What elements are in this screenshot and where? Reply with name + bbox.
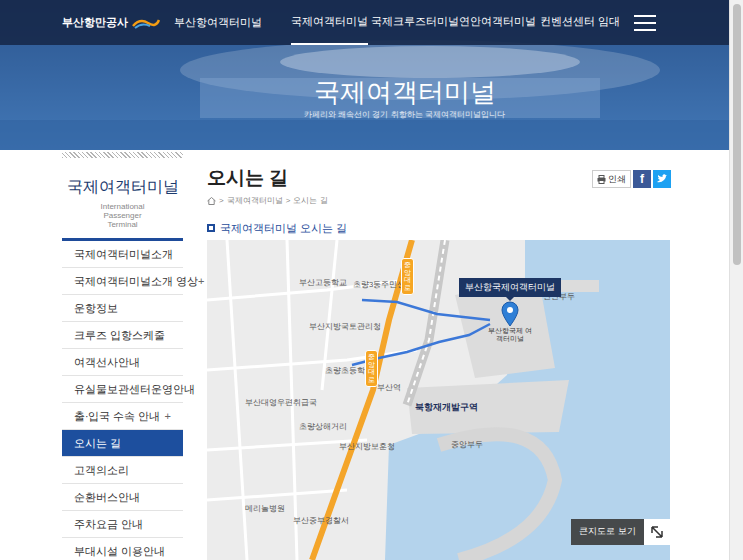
- sidebar-item[interactable]: 국제여객터미널소개 영상+: [62, 268, 183, 295]
- section-title: 국제여객터미널 오시는 길: [220, 221, 347, 235]
- sidebar-item-label[interactable]: 국제여객터미널소개: [74, 248, 173, 261]
- map[interactable]: 부산고등학교초량3동주민센터부산지방국토관리청초량초등학교부산역초량상해거리북항…: [207, 240, 670, 560]
- scrollbar[interactable]: [729, 0, 743, 560]
- printer-icon: [597, 175, 606, 184]
- map-label: 중앙부두: [451, 440, 483, 449]
- map-label: 초량상해거리: [299, 422, 347, 431]
- nav-label[interactable]: 연안여객터미널: [459, 0, 536, 45]
- map-marker[interactable]: 부산항국제여객터미널부산항국제 여객터미널: [459, 278, 561, 343]
- map-label: 부산지방보훈청: [339, 442, 395, 451]
- sidebar-item[interactable]: 운항정보: [62, 295, 183, 322]
- sidebar-item-label[interactable]: 크루즈 입항스케줄: [74, 329, 165, 342]
- nav-label[interactable]: 국제크루즈터미널: [371, 0, 459, 45]
- sidebar: 국제여객터미널 InternationalPassengerTerminal 국제여…: [62, 150, 183, 560]
- sidebar-item-label[interactable]: 부대시설 이용안내: [74, 545, 165, 558]
- brand[interactable]: 부산항만공사 부산항여객터미널: [0, 14, 291, 31]
- breadcrumb-separator: >: [286, 196, 291, 206]
- nav-item[interactable]: 국제여객터미널: [291, 0, 371, 45]
- breadcrumb-item[interactable]: 오시는 길: [293, 196, 327, 206]
- nav-label[interactable]: 컨벤션센터 임대: [540, 0, 620, 45]
- large-map-label[interactable]: 큰지도로 보기: [571, 519, 644, 545]
- sidebar-item[interactable]: 크루즈 입항스케줄: [62, 322, 183, 349]
- large-map-button[interactable]: 큰지도로 보기: [571, 519, 670, 545]
- sidebar-item-label[interactable]: 운항정보: [74, 302, 118, 315]
- subtitle-line: International: [100, 202, 144, 211]
- road-shield: 중앙대로: [401, 258, 414, 295]
- pin-icon[interactable]: [501, 297, 519, 327]
- share-tools: 인쇄 f: [592, 170, 671, 188]
- expand-icon[interactable]: [644, 519, 670, 545]
- map-label: 부산대영우편취급국: [245, 398, 317, 407]
- map-label: 메리놀병원: [245, 504, 285, 513]
- expand-toggle[interactable]: +: [198, 275, 204, 288]
- print-label[interactable]: 인쇄: [608, 174, 626, 185]
- scroll-thumb[interactable]: [733, 4, 741, 265]
- sidebar-item-label[interactable]: 주차요금 안내: [74, 518, 143, 531]
- facebook-button[interactable]: f: [633, 170, 651, 188]
- map-label: 부산역: [377, 383, 401, 392]
- site-name[interactable]: 부산항여객터미널: [174, 14, 262, 31]
- menu-icon[interactable]: [634, 15, 656, 31]
- page-title: 오시는 길: [207, 167, 328, 189]
- sidebar-item[interactable]: 유실물보관센터운영안내: [62, 376, 183, 403]
- logo-icon: [132, 17, 160, 29]
- sidebar-item[interactable]: 주차요금 안내: [62, 511, 183, 538]
- map-label: 북항재개발구역: [415, 403, 478, 412]
- nav-item[interactable]: 컨벤션센터 임대: [540, 0, 624, 45]
- content-header: 오시는 길>국제여객터미널>오시는 길인쇄f: [207, 150, 671, 206]
- sidebar-item-label[interactable]: 오시는 길: [74, 437, 121, 450]
- main-nav: 국제여객터미널국제크루즈터미널연안여객터미널컨벤션센터 임대: [291, 0, 624, 45]
- map-label: 부산고등학교: [299, 278, 347, 287]
- sidebar-item-label[interactable]: 여객선사안내: [74, 356, 140, 369]
- breadcrumb-item[interactable]: 국제여객터미널: [227, 196, 283, 206]
- twitter-icon[interactable]: [653, 170, 671, 188]
- hero-text: 국제여객터미널카페리와 쾌속선이 경기 취항하는 국제여객터미널입니다: [0, 45, 729, 120]
- subtitle-line: Terminal: [107, 220, 137, 229]
- sidebar-subtitle: InternationalPassengerTerminal: [62, 202, 183, 229]
- sidebar-item[interactable]: 부대시설 이용안내: [62, 538, 183, 560]
- content-row: 국제여객터미널 InternationalPassengerTerminal 국제여…: [0, 150, 729, 560]
- top-header: 부산항만공사 부산항여객터미널 국제여객터미널국제크루즈터미널연안여객터미널컨벤션센…: [0, 0, 729, 45]
- marker-sublabel: 부산항국제 여객터미널: [487, 327, 533, 343]
- sidebar-item[interactable]: 오시는 길: [62, 430, 183, 457]
- map-label: 부산중부경찰서: [293, 516, 349, 525]
- main-content: 오시는 길>국제여객터미널>오시는 길인쇄f국제여객터미널 오시는 길부산고등학…: [207, 150, 671, 560]
- sidebar-item-label[interactable]: 출·입국 수속 안내: [74, 410, 160, 423]
- breadcrumb-separator: >: [219, 196, 224, 206]
- road-shield-label: 중앙대로: [368, 353, 375, 384]
- marker-callout[interactable]: 부산항국제여객터미널: [459, 278, 561, 297]
- sidebar-hatch: [62, 152, 183, 158]
- map-label: 부산지방국토관리청: [309, 322, 381, 331]
- breadcrumb: >국제여객터미널>오시는 길: [207, 196, 328, 206]
- hero-banner: 부산항만공사부산항여객터미널국제여객터미널국제크루즈터미널연안여객터미널컨벤션센…: [0, 0, 729, 150]
- section-heading: 국제여객터미널 오시는 길: [207, 221, 671, 235]
- bullet-icon: [207, 224, 215, 232]
- title-block: 오시는 길>국제여객터미널>오시는 길: [207, 167, 328, 206]
- sidebar-title: 국제여객터미널: [62, 177, 183, 197]
- sidebar-item-label[interactable]: 유실물보관센터운영안내: [74, 383, 195, 396]
- hero-title: 국제여객터미널: [314, 76, 496, 108]
- sidebar-item[interactable]: 순환버스안내: [62, 484, 183, 511]
- sidebar-item-label[interactable]: 국제여객터미널소개 영상: [74, 275, 198, 288]
- subtitle-line: Passenger: [103, 211, 141, 220]
- sidebar-item[interactable]: 출·입국 수속 안내 +: [62, 403, 183, 430]
- nav-item[interactable]: 연안여객터미널: [459, 0, 540, 45]
- road-shield: 중앙대로: [365, 350, 378, 387]
- home-icon[interactable]: [207, 197, 216, 205]
- print-button[interactable]: 인쇄: [592, 170, 631, 188]
- expand-toggle[interactable]: +: [165, 410, 171, 423]
- nav-label[interactable]: 국제여객터미널: [291, 0, 368, 45]
- hero-subtitle: 카페리와 쾌속선이 경기 취항하는 국제여객터미널입니다: [304, 110, 505, 120]
- brand-name[interactable]: 부산항만공사: [62, 14, 128, 31]
- road-shield-label: 중앙대로: [404, 261, 411, 292]
- sidebar-item-label[interactable]: 순환버스안내: [74, 491, 140, 504]
- sidebar-item[interactable]: 고객의소리: [62, 457, 183, 484]
- nav-item[interactable]: 국제크루즈터미널: [371, 0, 459, 45]
- sidebar-item[interactable]: 국제여객터미널소개: [62, 241, 183, 268]
- sidebar-item-label[interactable]: 고객의소리: [74, 464, 129, 477]
- page: 부산항만공사부산항여객터미널국제여객터미널국제크루즈터미널연안여객터미널컨벤션센…: [0, 0, 729, 560]
- sidebar-item[interactable]: 여객선사안내: [62, 349, 183, 376]
